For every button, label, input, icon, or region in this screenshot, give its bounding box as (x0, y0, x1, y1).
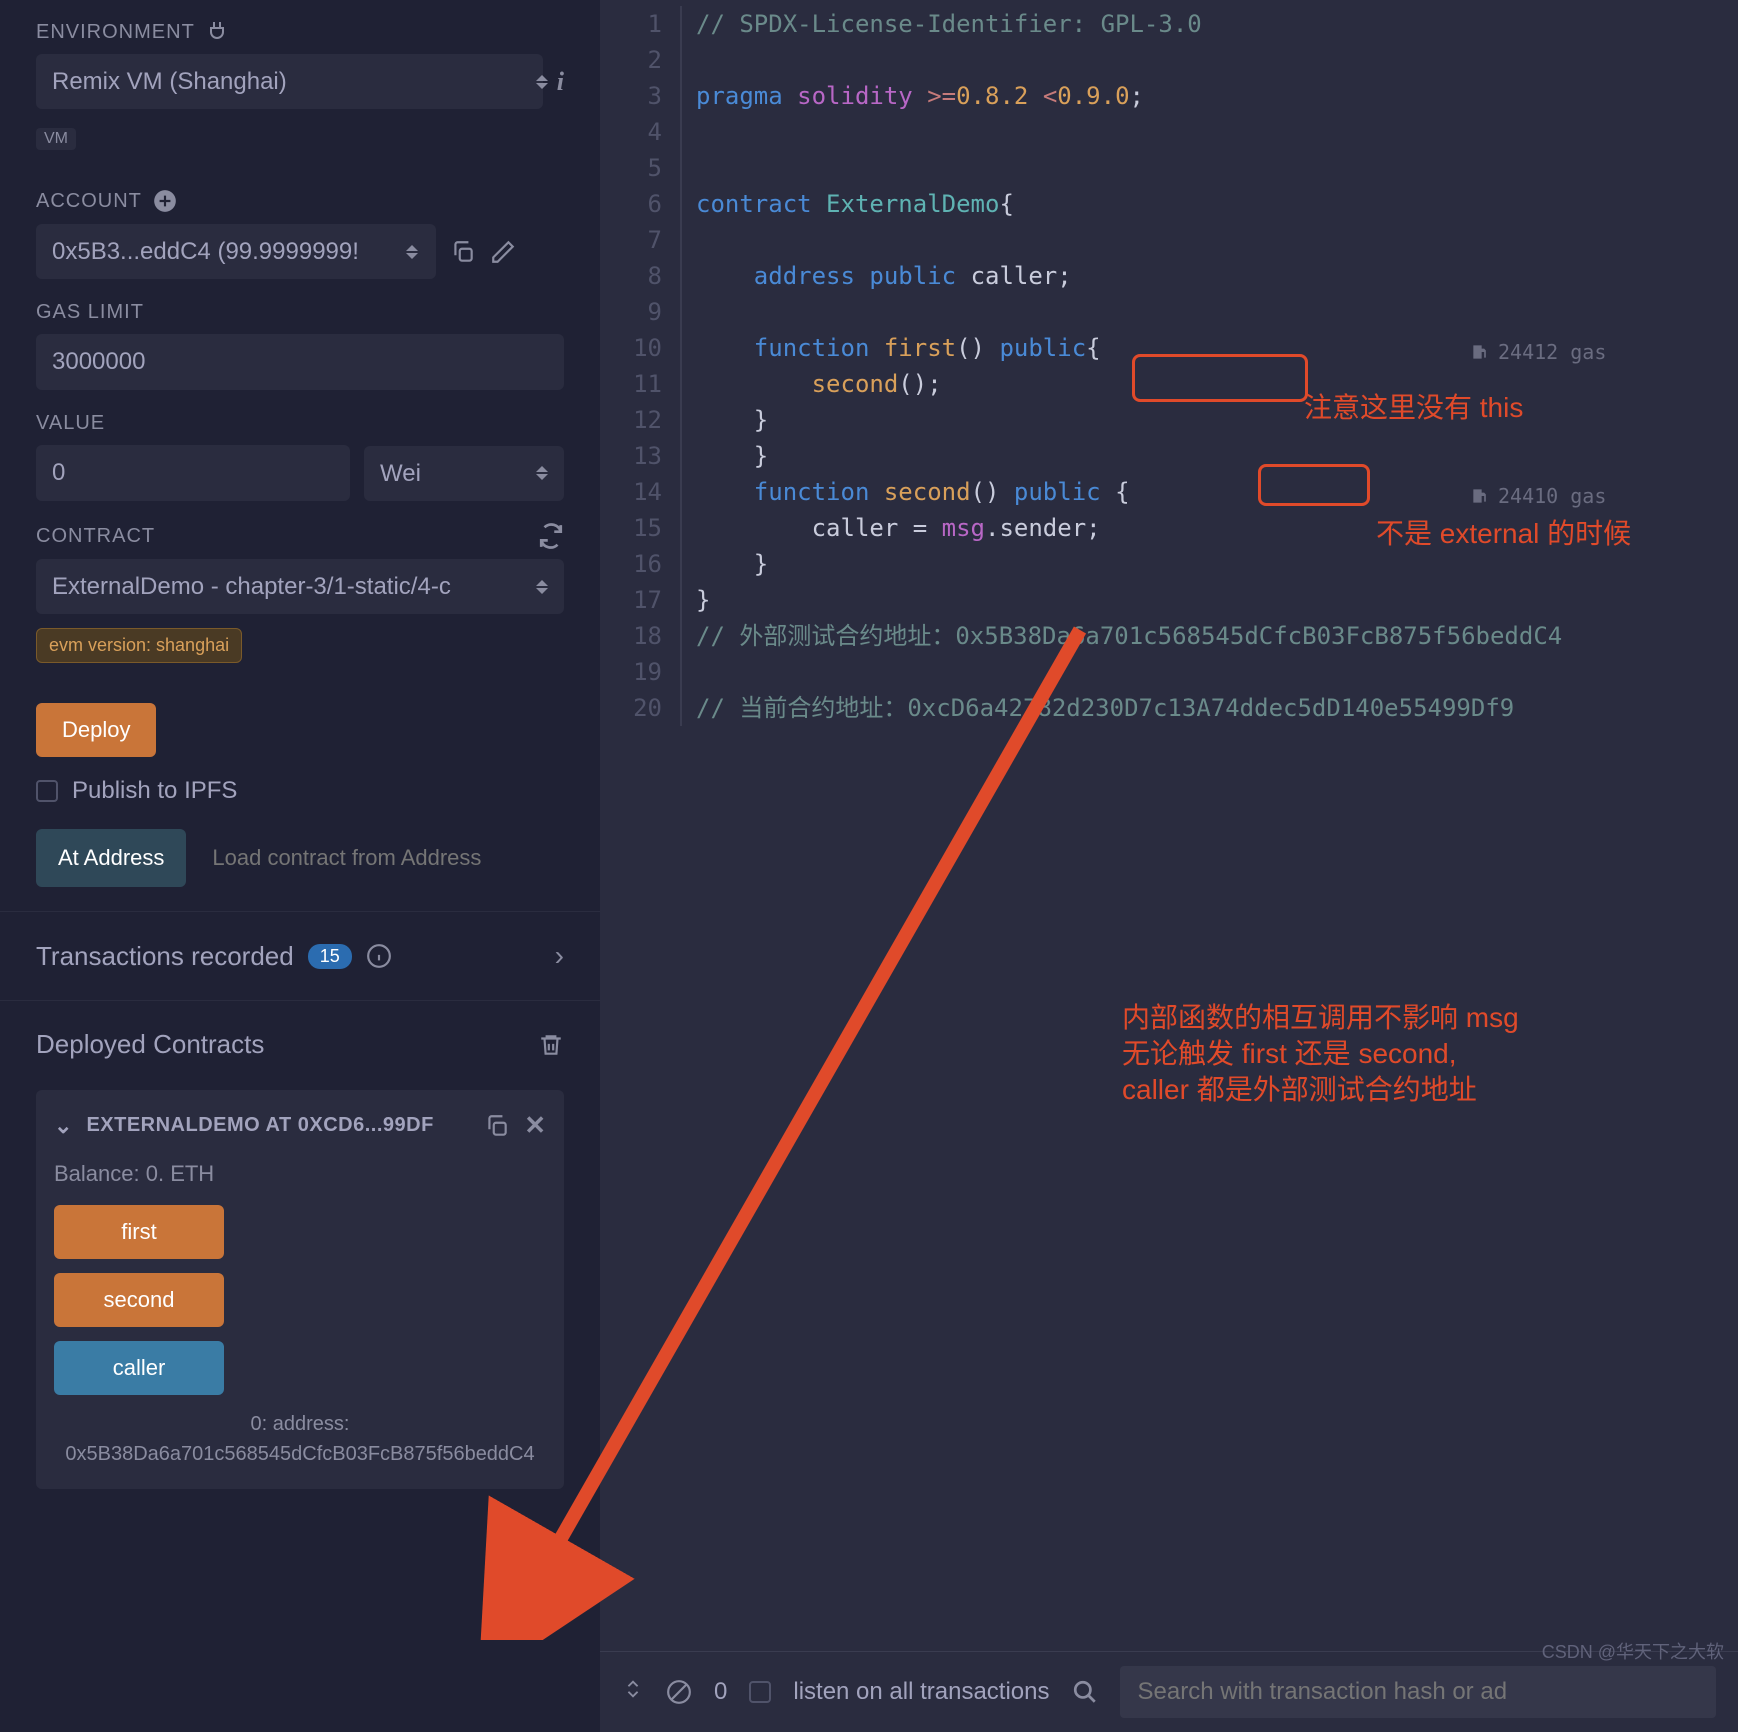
publish-ipfs-label: Publish to IPFS (72, 777, 237, 805)
environment-select[interactable]: Remix VM (Shanghai) (36, 54, 543, 109)
refresh-icon[interactable] (538, 523, 564, 549)
balance-text: Balance: 0. ETH (54, 1161, 546, 1187)
listen-label: listen on all transactions (793, 1678, 1049, 1706)
publish-ipfs-checkbox[interactable] (36, 780, 58, 802)
info-icon[interactable]: i (557, 67, 564, 97)
chevron-down-icon[interactable]: ⌄ (54, 1113, 72, 1139)
edit-icon[interactable] (490, 239, 516, 265)
trash-icon[interactable] (538, 1032, 564, 1058)
terminal-toggle-icon[interactable] (622, 1678, 644, 1706)
contract-instance-title: EXTERNALDEMO AT 0XCD6...99DF (86, 1114, 470, 1137)
code-editor[interactable]: 1234567891011121314151617181920 // SPDX-… (600, 0, 1738, 1732)
account-select[interactable]: 0x5B3...eddC4 (99.9999999! (36, 224, 436, 279)
deployed-contract-card: ⌄ EXTERNALDEMO AT 0XCD6...99DF ✕ Balance… (36, 1090, 564, 1489)
watermark: CSDN @华天下之大软 (1542, 1638, 1724, 1664)
copy-icon[interactable] (484, 1113, 510, 1139)
tx-search-input[interactable] (1120, 1666, 1717, 1718)
pending-count: 0 (714, 1678, 727, 1706)
vm-badge: VM (36, 128, 76, 150)
plug-icon (205, 20, 229, 44)
gaslimit-label: GAS LIMIT (36, 301, 564, 324)
plus-circle-icon[interactable] (152, 188, 178, 214)
gaslimit-input[interactable] (36, 334, 564, 390)
at-address-button[interactable]: At Address (36, 829, 186, 887)
call-result: 0: address: 0x5B38Da6a701c568545dCfcB03F… (54, 1409, 546, 1469)
value-unit-select[interactable]: Wei (364, 446, 564, 501)
deploy-button[interactable]: Deploy (36, 703, 156, 757)
listen-checkbox[interactable] (749, 1681, 771, 1703)
line-gutter: 1234567891011121314151617181920 (600, 6, 680, 1651)
at-address-input[interactable] (200, 829, 564, 887)
env-label: ENVIRONMENT (36, 20, 564, 44)
fn-caller-button[interactable]: caller (54, 1341, 224, 1395)
deploy-run-panel: ENVIRONMENT Remix VM (Shanghai) i VM ACC… (0, 0, 600, 1732)
tx-count-badge: 15 (308, 944, 352, 969)
close-icon[interactable]: ✕ (524, 1110, 546, 1141)
annotation-text: 内部函数的相互调用不影响 msg无论触发 first 还是 second,cal… (1122, 1000, 1519, 1108)
fn-second-button[interactable]: second (54, 1273, 224, 1327)
evm-version-badge: evm version: shanghai (36, 628, 242, 663)
info-circle-icon[interactable] (366, 943, 392, 969)
copy-icon[interactable] (450, 239, 476, 265)
chevron-right-icon: › (555, 940, 564, 972)
fn-first-button[interactable]: first (54, 1205, 224, 1259)
search-icon[interactable] (1072, 1679, 1098, 1705)
transactions-recorded-section[interactable]: Transactions recorded 15 › (36, 920, 564, 992)
ban-icon[interactable] (666, 1679, 692, 1705)
deployed-contracts-section: Deployed Contracts (36, 1009, 564, 1080)
value-input[interactable] (36, 445, 350, 501)
annotation-text: 注意这里没有 this (1304, 390, 1523, 426)
contract-select[interactable]: ExternalDemo - chapter-3/1-static/4-c (36, 559, 564, 614)
annotation-text: 不是 external 的时候 (1376, 516, 1631, 552)
code-lines[interactable]: // SPDX-License-Identifier: GPL-3.0 prag… (680, 6, 1738, 1651)
contract-label: CONTRACT (36, 523, 564, 549)
account-label: ACCOUNT (36, 188, 564, 214)
value-label: VALUE (36, 412, 564, 435)
